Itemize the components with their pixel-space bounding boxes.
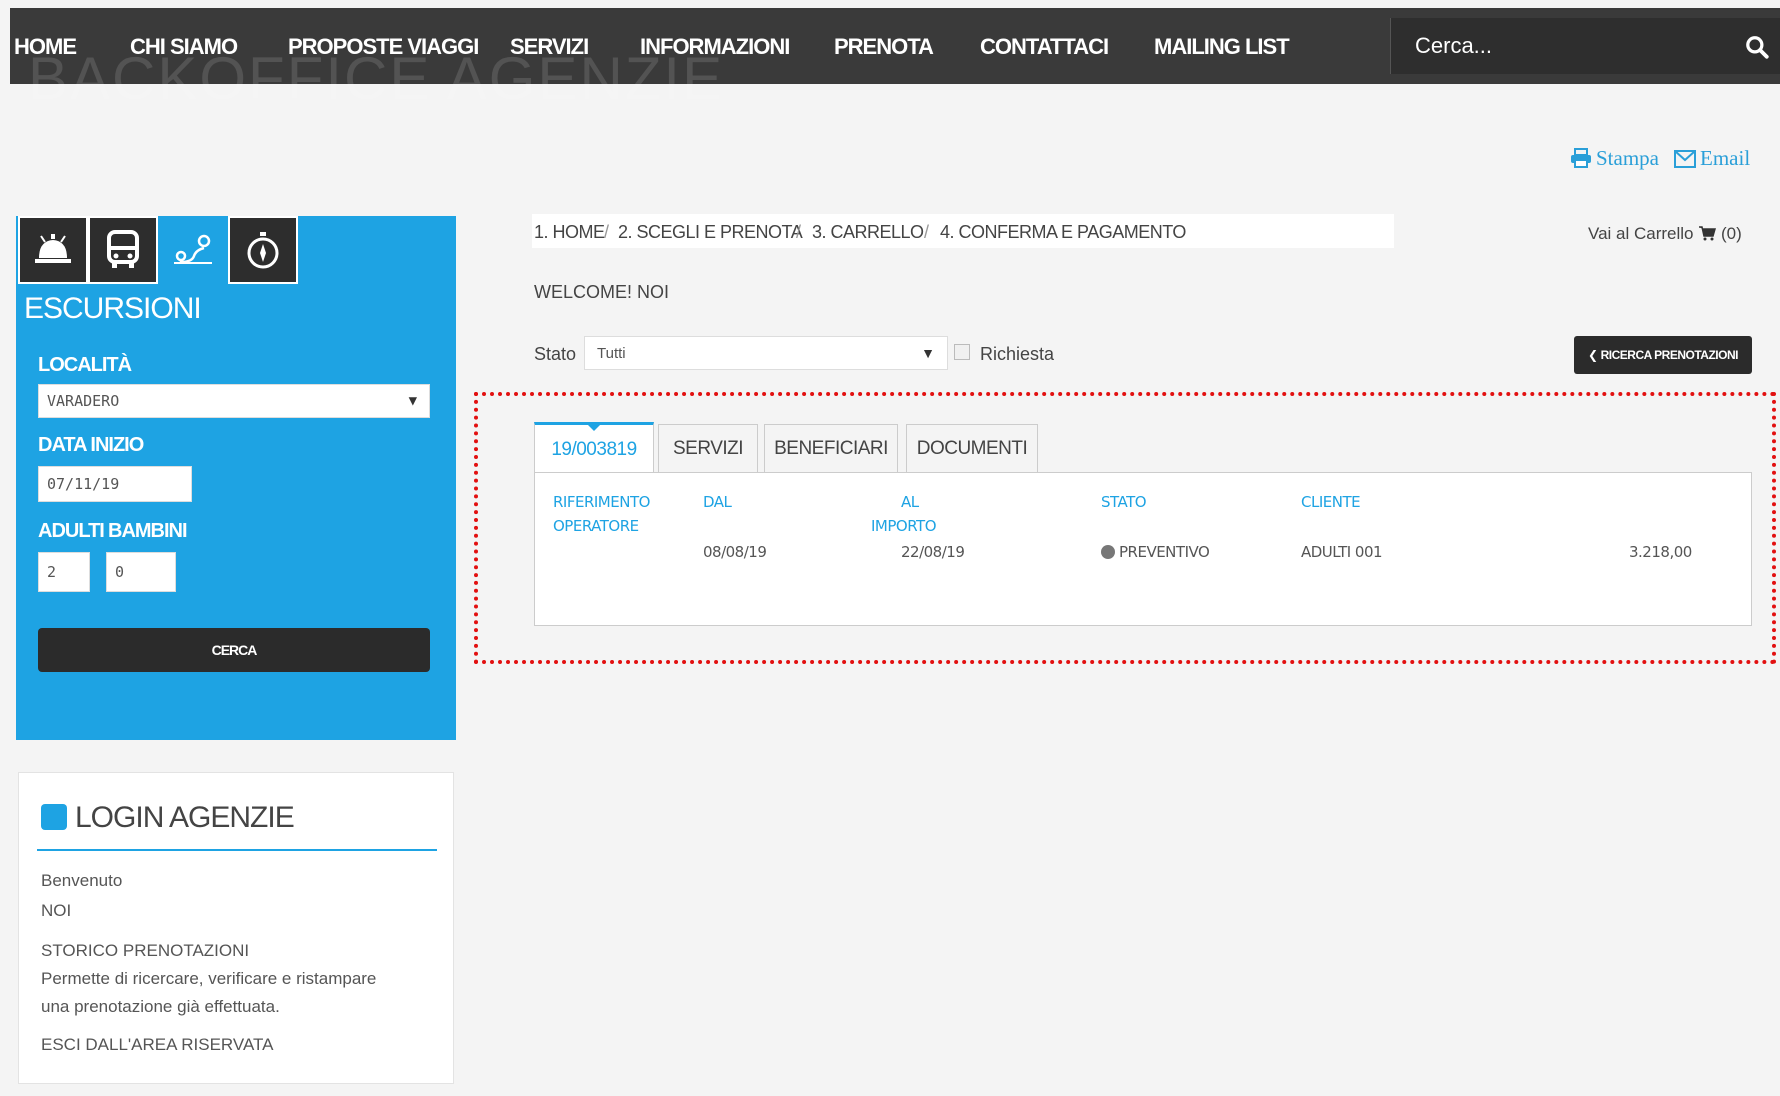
welcome-message: WELCOME! NOI bbox=[534, 282, 670, 302]
map-route-icon bbox=[174, 234, 212, 264]
localita-value: VARADERO bbox=[47, 392, 120, 410]
nav-item-proposte-viaggi[interactable]: PROPOSTE VIAGGI bbox=[288, 34, 479, 60]
status-dot-icon bbox=[1101, 545, 1115, 559]
booking-summary-panel: RIFERIMENTO OPERATORE DAL AL IMPORTO STA… bbox=[534, 472, 1752, 626]
nav-item-servizi[interactable]: SERVIZI bbox=[510, 34, 589, 60]
user-name: NOI bbox=[41, 901, 72, 920]
nav-item-informazioni[interactable]: INFORMAZIONI bbox=[640, 34, 790, 60]
bus-icon bbox=[107, 230, 139, 268]
header-riferimento: RIFERIMENTO bbox=[553, 493, 650, 511]
header-cliente: CLIENTE bbox=[1301, 493, 1361, 511]
login-title-text: LOGIN AGENZIE bbox=[75, 801, 295, 834]
header-al: AL bbox=[901, 493, 919, 511]
nav-item-chi-siamo[interactable]: CHI SIAMO bbox=[130, 34, 238, 60]
value-stato: PREVENTIVO bbox=[1119, 543, 1210, 561]
active-tab-caret-icon bbox=[588, 425, 600, 431]
value-cliente: ADULTI 001 bbox=[1301, 543, 1383, 561]
data-inizio-label: DATA INIZIO bbox=[38, 434, 144, 456]
header-dal: DAL bbox=[703, 493, 732, 511]
header-stato: STATO bbox=[1101, 493, 1147, 511]
nav-item-prenota[interactable]: PRENOTA bbox=[834, 34, 934, 60]
tab-servizi[interactable]: SERVIZI bbox=[658, 424, 758, 472]
tab-beneficiari[interactable]: BENEFICIARI bbox=[764, 424, 898, 472]
category-tab-hotel[interactable] bbox=[18, 216, 88, 284]
hotel-bell-icon bbox=[35, 234, 71, 263]
compass-icon bbox=[247, 232, 279, 269]
email-label: Email bbox=[1700, 146, 1751, 170]
history-description-line1: Permette di ricercare, verificare e rist… bbox=[41, 969, 377, 988]
adulti-input[interactable]: 2 bbox=[38, 552, 90, 592]
status-badge: PREVENTIVO bbox=[1101, 543, 1210, 561]
stato-select[interactable]: Tutti ▼ bbox=[584, 336, 948, 370]
welcome-text: Benvenuto bbox=[41, 871, 123, 890]
breadcrumb-step-cart[interactable]: 3. CARRELLO bbox=[812, 222, 924, 243]
chevron-down-icon: ▼ bbox=[408, 393, 417, 409]
data-inizio-input[interactable]: 07/11/19 bbox=[38, 466, 192, 502]
panel-title: ESCURSIONI bbox=[24, 292, 202, 325]
search-bookings-button[interactable]: ❮ RICERCA PRENOTAZIONI bbox=[1574, 336, 1752, 374]
chevron-left-icon: ❮ bbox=[1588, 348, 1598, 362]
email-link[interactable]: Email bbox=[1674, 146, 1750, 171]
breadcrumb-separator: / bbox=[924, 222, 929, 242]
category-tab-transfer[interactable] bbox=[88, 216, 158, 284]
richiesta-checkbox[interactable] bbox=[954, 344, 970, 360]
agency-login-box: LOGIN AGENZIE Benvenuto NOI STORICO PREN… bbox=[18, 772, 454, 1084]
chevron-down-icon: ▼ bbox=[921, 345, 935, 361]
bambini-label: BAMBINI bbox=[108, 520, 188, 542]
print-label: Stampa bbox=[1596, 146, 1659, 170]
top-navigation-bar: BACKOFFICE AGENZIE HOME CHI SIAMO PROPOS… bbox=[10, 8, 1780, 112]
header-importo: IMPORTO bbox=[871, 517, 937, 535]
cart-icon bbox=[1699, 226, 1717, 241]
search-input[interactable] bbox=[1391, 18, 1721, 74]
nav-item-home[interactable]: HOME bbox=[14, 34, 77, 60]
category-tab-tours[interactable] bbox=[228, 216, 298, 284]
title-underline bbox=[37, 849, 437, 851]
excursion-search-panel: ESCURSIONI LOCALITÀ VARADERO ▼ DATA INIZ… bbox=[16, 216, 456, 740]
category-tab-excursions[interactable] bbox=[158, 216, 228, 284]
search-box bbox=[1390, 18, 1780, 74]
booking-history-link[interactable]: STORICO PRENOTAZIONI bbox=[41, 941, 249, 961]
search-bookings-label: RICERCA PRENOTAZIONI bbox=[1600, 348, 1739, 362]
header-operatore: OPERATORE bbox=[553, 517, 639, 535]
stato-value: Tutti bbox=[597, 344, 626, 362]
breadcrumb-step-home[interactable]: 1. HOME bbox=[534, 222, 605, 243]
history-description-line2: una prenotazione già effettuata. bbox=[41, 997, 280, 1016]
value-al: 22/08/19 bbox=[901, 543, 965, 561]
adulti-label: ADULTI bbox=[38, 520, 105, 542]
richiesta-label: Richiesta bbox=[980, 344, 1055, 364]
printer-icon bbox=[1571, 148, 1591, 168]
localita-label: LOCALITÀ bbox=[38, 354, 132, 376]
breadcrumb-step-confirm[interactable]: 4. CONFERMA E PAGAMENTO bbox=[940, 222, 1186, 243]
value-importo: 3.218,00 bbox=[1629, 543, 1692, 561]
breadcrumb-step-choose[interactable]: 2. SCEGLI E PRENOTA bbox=[618, 222, 803, 243]
bambini-input[interactable]: 0 bbox=[106, 552, 176, 592]
cart-label: Vai al Carrello bbox=[1588, 224, 1694, 243]
envelope-icon bbox=[1674, 150, 1696, 168]
stato-label: Stato bbox=[534, 344, 577, 364]
tab-documenti[interactable]: DOCUMENTI bbox=[906, 424, 1038, 472]
login-box-title: LOGIN AGENZIE bbox=[41, 801, 295, 835]
breadcrumb-separator: / bbox=[796, 222, 801, 242]
cart-count: (0) bbox=[1720, 224, 1742, 243]
breadcrumb-separator: / bbox=[604, 222, 609, 242]
nav-item-mailing-list[interactable]: MAILING LIST bbox=[1154, 34, 1290, 60]
value-dal: 08/08/19 bbox=[703, 543, 767, 561]
localita-select[interactable]: VARADERO ▼ bbox=[38, 384, 430, 418]
print-link[interactable]: Stampa bbox=[1570, 146, 1659, 171]
logout-link[interactable]: ESCI DALL'AREA RISERVATA bbox=[41, 1035, 274, 1055]
go-to-cart-link[interactable]: Vai al Carrello (0) bbox=[1588, 224, 1742, 244]
search-button[interactable]: CERCA bbox=[38, 628, 430, 672]
nav-item-contattaci[interactable]: CONTATTACI bbox=[980, 34, 1109, 60]
search-icon[interactable] bbox=[1744, 34, 1770, 60]
square-bullet-icon bbox=[41, 804, 67, 830]
